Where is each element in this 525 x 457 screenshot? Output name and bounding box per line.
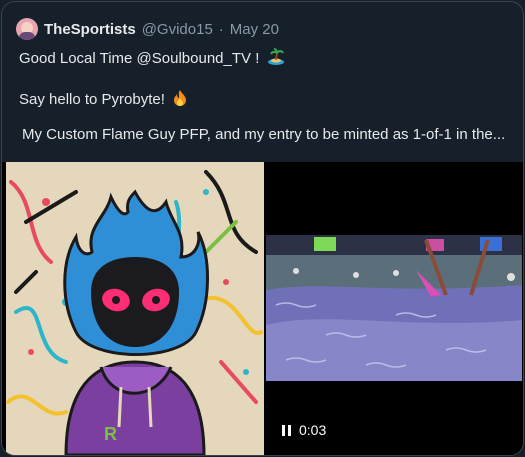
separator: · bbox=[218, 20, 224, 38]
tweet-text-line-3: My Custom Flame Guy PFP, and my entry to… bbox=[22, 126, 505, 143]
author-handle[interactable]: @Gvido15 bbox=[142, 21, 213, 38]
media-grid: R 0:03 bbox=[2, 162, 523, 455]
video-frame[interactable] bbox=[266, 235, 522, 381]
avatar[interactable] bbox=[16, 18, 38, 40]
tweet-date[interactable]: May 20 bbox=[230, 21, 279, 38]
tweet-card[interactable]: TheSportists @Gvido15 · May 20 Good Loca… bbox=[1, 1, 524, 456]
tweet-text-3: My Custom Flame Guy PFP, and my entry to… bbox=[22, 126, 506, 143]
fire-emoji-icon bbox=[172, 89, 188, 111]
island-emoji-icon bbox=[267, 48, 285, 70]
tweet-text-line-2: Say hello to Pyrobyte! bbox=[19, 89, 188, 111]
flame-guy-artwork: R bbox=[6, 162, 264, 455]
tweet-text-line-1: Good Local Time @Soulbound_TV ! bbox=[19, 48, 285, 70]
video-player[interactable]: 0:03 bbox=[266, 162, 523, 455]
author-name[interactable]: TheSportists bbox=[44, 21, 136, 38]
tweet-header: TheSportists @Gvido15 · May 20 bbox=[16, 18, 279, 40]
tweet-text-1: Good Local Time @Soulbound_TV ! bbox=[19, 49, 260, 67]
pause-icon[interactable] bbox=[282, 424, 291, 436]
tweet-text-2: Say hello to Pyrobyte! bbox=[19, 90, 165, 108]
video-thumbnail bbox=[266, 235, 522, 381]
svg-text:R: R bbox=[104, 424, 117, 444]
pfp-image[interactable]: R bbox=[6, 162, 264, 455]
video-controls[interactable]: 0:03 bbox=[282, 422, 326, 438]
video-timestamp: 0:03 bbox=[299, 422, 327, 438]
